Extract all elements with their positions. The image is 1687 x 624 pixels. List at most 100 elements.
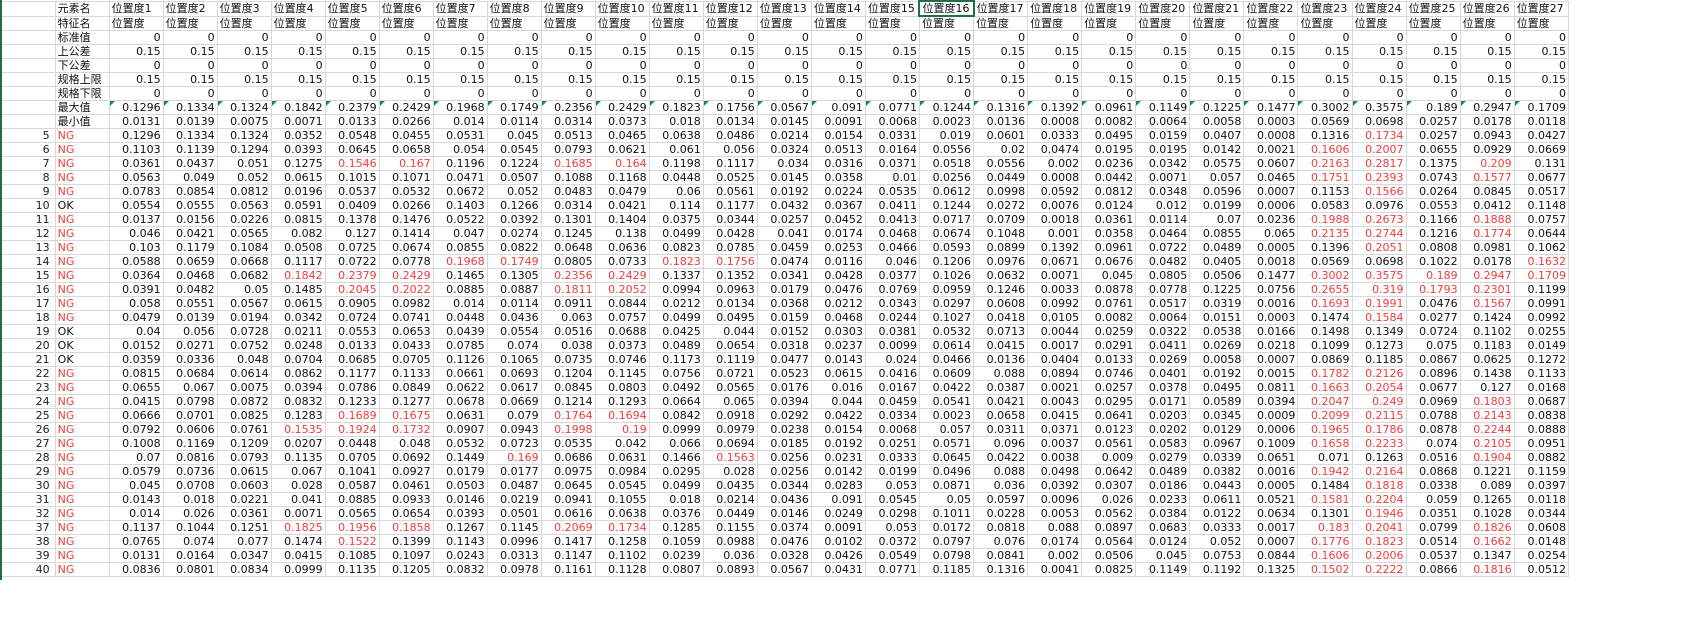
value-cell[interactable]: 0.15 (1081, 44, 1137, 59)
value-cell[interactable]: 0.15 (540, 72, 596, 87)
value-cell[interactable]: 0.15 (378, 72, 434, 87)
value-cell[interactable]: 0.0017 (1027, 338, 1083, 353)
value-cell[interactable]: 0.0499 (648, 226, 704, 241)
value-cell[interactable]: 0.018 (648, 492, 704, 507)
value-cell[interactable]: 0.0888 (1513, 422, 1569, 437)
column-header-cell[interactable]: 位置度17 (973, 0, 1029, 17)
value-cell[interactable]: 0.0621 (594, 142, 650, 157)
value-cell[interactable]: 0.2947 (1459, 268, 1515, 283)
value-cell[interactable]: 0.074 (162, 534, 218, 549)
value-cell[interactable]: 0.0561 (702, 184, 758, 199)
value-cell[interactable]: 0.0008 (1027, 170, 1083, 185)
value-cell[interactable]: 0.2047 (1297, 394, 1353, 409)
value-cell[interactable]: 0.0686 (540, 450, 596, 465)
value-cell[interactable]: 0.1756 (702, 254, 758, 269)
value-cell[interactable]: 0.0082 (1081, 310, 1137, 325)
value-cell[interactable]: 0.1059 (648, 534, 704, 549)
value-cell[interactable]: 0.041 (756, 226, 812, 241)
value-cell[interactable]: 0.127 (324, 226, 380, 241)
value-cell[interactable]: 0.057 (918, 422, 975, 437)
column-header-cell[interactable]: 位置度16 (918, 0, 975, 17)
value-cell[interactable]: 0.0631 (594, 450, 650, 465)
value-cell[interactable]: 0.0361 (1081, 212, 1137, 227)
value-cell[interactable]: 0.054 (432, 142, 488, 157)
value-cell[interactable]: 0 (540, 30, 596, 45)
value-cell[interactable]: 0.0319 (1189, 296, 1245, 311)
feature-name-cell[interactable]: 位置度 (918, 15, 975, 31)
value-cell[interactable]: 0.15 (378, 44, 434, 59)
row-label-cell[interactable]: 规格下限 (54, 86, 110, 101)
value-cell[interactable]: 0.0988 (702, 534, 758, 549)
value-cell[interactable]: 0.0142 (810, 464, 866, 479)
value-cell[interactable]: 0.1477 (1243, 268, 1299, 283)
value-cell[interactable]: 0.0664 (648, 394, 704, 409)
value-cell[interactable]: 0.0415 (108, 394, 164, 409)
value-cell[interactable]: 0.15 (702, 44, 758, 59)
value-cell[interactable]: 0.1008 (108, 436, 164, 451)
value-cell[interactable]: 0 (1189, 58, 1245, 73)
value-cell[interactable]: 0.0171 (1135, 394, 1191, 409)
value-cell[interactable]: 0.0178 (1459, 254, 1515, 269)
value-cell[interactable]: 0.0666 (108, 408, 164, 423)
value-cell[interactable]: 0.0592 (1027, 184, 1083, 199)
value-cell[interactable]: 0.15 (864, 44, 920, 59)
value-cell[interactable]: 0.0617 (486, 380, 542, 395)
value-cell[interactable]: 0.0838 (1513, 408, 1569, 423)
value-cell[interactable]: 0.0645 (918, 450, 975, 465)
value-cell[interactable]: 0 (108, 30, 164, 45)
value-cell[interactable]: 0.0468 (864, 226, 920, 241)
value-cell[interactable]: 0.0579 (108, 464, 164, 479)
value-cell[interactable]: 0.0506 (1189, 268, 1245, 283)
value-cell[interactable]: 0.1192 (1189, 562, 1245, 577)
value-cell[interactable]: 0.009 (1081, 450, 1137, 465)
value-cell[interactable]: 0.0439 (432, 324, 488, 339)
row-label-cell[interactable]: 下公差 (54, 58, 110, 73)
value-cell[interactable]: 0.0761 (1081, 296, 1137, 311)
value-cell[interactable]: 0.0371 (1027, 422, 1083, 437)
value-cell[interactable]: 0.0981 (1459, 240, 1515, 255)
value-cell[interactable]: 0.0199 (864, 464, 920, 479)
value-cell[interactable]: 0.0501 (486, 506, 542, 521)
value-cell[interactable]: 0.0537 (324, 184, 380, 199)
value-cell[interactable]: 0 (648, 58, 704, 73)
value-cell[interactable]: 0.0648 (540, 240, 596, 255)
value-cell[interactable]: 0.0692 (378, 450, 434, 465)
value-cell[interactable]: 0.0307 (1081, 478, 1137, 493)
value-cell[interactable]: 0.15 (1405, 44, 1461, 59)
value-cell[interactable]: 0.0513 (540, 128, 596, 143)
value-cell[interactable]: 0.0426 (810, 548, 866, 563)
status-cell[interactable]: OK (54, 324, 110, 339)
value-cell[interactable]: 0.0466 (864, 240, 920, 255)
value-cell[interactable]: 0 (324, 86, 380, 101)
value-cell[interactable]: 0.0342 (1135, 156, 1191, 171)
value-cell[interactable]: 0.0091 (810, 114, 866, 129)
feature-name-cell[interactable]: 位置度 (973, 15, 1029, 31)
value-cell[interactable]: 0.0172 (918, 520, 975, 535)
value-cell[interactable]: 0 (648, 86, 704, 101)
row-number[interactable]: 15 (0, 268, 56, 283)
value-cell[interactable]: 0.0411 (864, 198, 920, 213)
value-cell[interactable]: 0.15 (1027, 44, 1083, 59)
value-cell[interactable]: 0.0211 (270, 324, 326, 339)
value-cell[interactable]: 0.1135 (270, 450, 326, 465)
value-cell[interactable]: 0.1173 (648, 352, 704, 367)
value-cell[interactable]: 0.0331 (864, 128, 920, 143)
row-number[interactable]: 39 (0, 548, 56, 563)
value-cell[interactable]: 0.0961 (1081, 240, 1137, 255)
value-cell[interactable]: 0 (486, 58, 542, 73)
value-cell[interactable]: 0.0669 (486, 394, 542, 409)
value-cell[interactable]: 0.0805 (1135, 268, 1191, 283)
value-cell[interactable]: 0.1198 (648, 156, 704, 171)
value-cell[interactable]: 0.034 (756, 156, 812, 171)
value-cell[interactable]: 0.0218 (1243, 338, 1299, 353)
value-cell[interactable]: 0.0122 (1189, 506, 1245, 521)
value-cell[interactable]: 0.0798 (918, 548, 975, 563)
value-cell[interactable]: 0.1956 (324, 520, 380, 535)
value-cell[interactable]: 0.1998 (540, 422, 596, 437)
value-cell[interactable]: 0.0532 (918, 324, 975, 339)
value-cell[interactable]: 0.2164 (1351, 464, 1407, 479)
value-cell[interactable]: 0.0567 (756, 562, 812, 577)
value-cell[interactable]: 0.0017 (1243, 520, 1299, 535)
value-cell[interactable]: 0.082 (270, 226, 326, 241)
value-cell[interactable]: 0.0064 (1135, 310, 1191, 325)
